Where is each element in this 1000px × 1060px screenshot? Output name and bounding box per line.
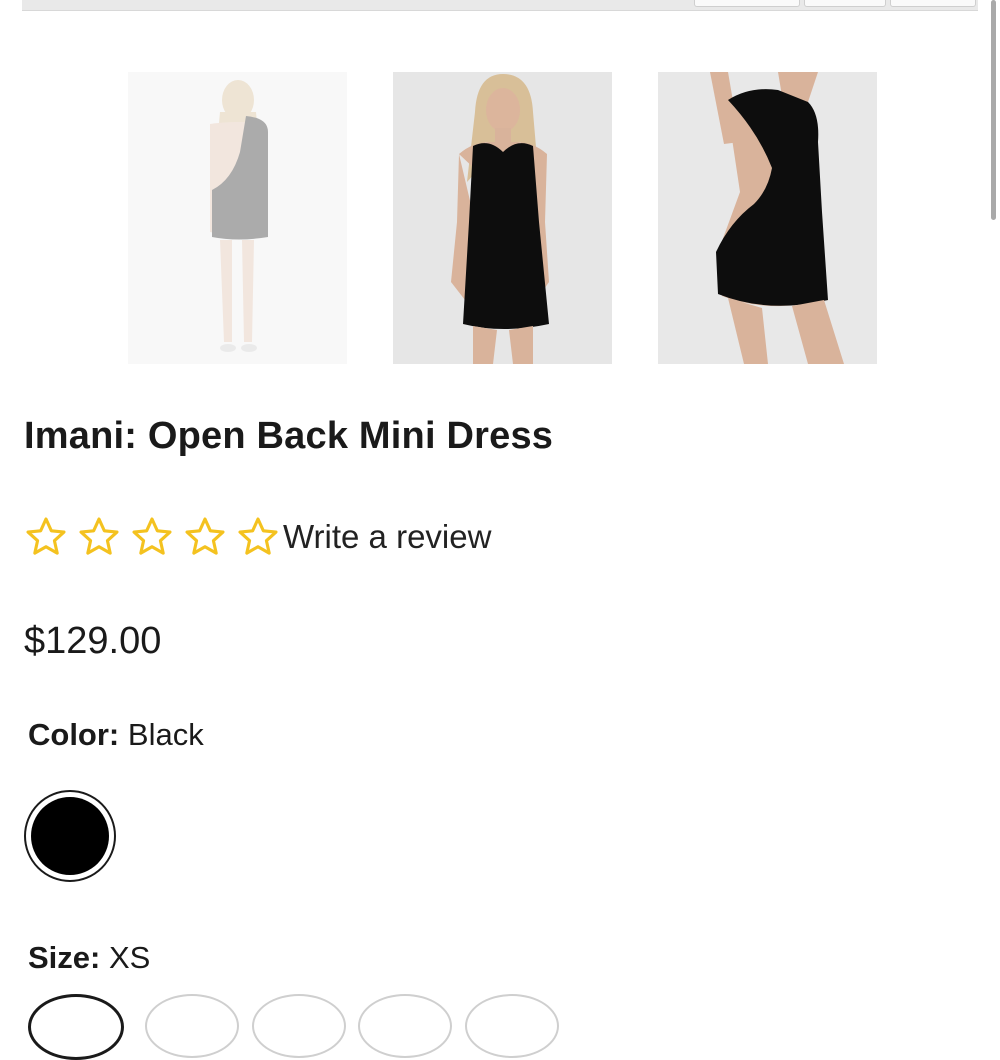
write-review-link[interactable]: Write a review — [283, 518, 491, 556]
product-price: $129.00 — [24, 620, 162, 662]
color-swatch-black[interactable] — [24, 790, 116, 882]
carousel-control[interactable] — [694, 0, 800, 7]
star-icon[interactable] — [183, 515, 227, 559]
image-carousel-bottom — [22, 0, 978, 11]
thumbnail-back-view[interactable] — [128, 72, 347, 364]
size-chip[interactable] — [252, 994, 346, 1058]
thumbnail-side-back-view[interactable] — [658, 72, 877, 364]
carousel-control[interactable] — [890, 0, 976, 7]
thumbnail-gallery — [128, 72, 878, 364]
swatch-fill — [31, 797, 109, 875]
size-label: Size: — [28, 940, 101, 975]
side-back-view-image — [658, 72, 877, 364]
size-option-row: Size: XS — [28, 940, 150, 976]
front-view-image — [393, 72, 612, 364]
star-icon[interactable] — [130, 515, 174, 559]
star-icon[interactable] — [236, 515, 280, 559]
carousel-control[interactable] — [804, 0, 886, 7]
star-icon[interactable] — [77, 515, 121, 559]
size-chip[interactable] — [28, 994, 124, 1060]
star-icon[interactable] — [24, 515, 68, 559]
color-label: Color: — [28, 717, 120, 752]
color-value: Black — [127, 717, 204, 752]
page-scrollbar[interactable] — [991, 0, 996, 220]
rating-row: Write a review — [24, 514, 491, 560]
size-chip[interactable] — [465, 994, 559, 1058]
product-title: Imani: Open Back Mini Dress — [24, 415, 554, 457]
size-chip[interactable] — [358, 994, 452, 1058]
color-option-row: Color: Black — [28, 717, 204, 753]
size-value: XS — [108, 940, 151, 975]
back-view-image — [128, 72, 347, 364]
size-chip[interactable] — [145, 994, 239, 1058]
thumbnail-front-view[interactable] — [393, 72, 612, 364]
